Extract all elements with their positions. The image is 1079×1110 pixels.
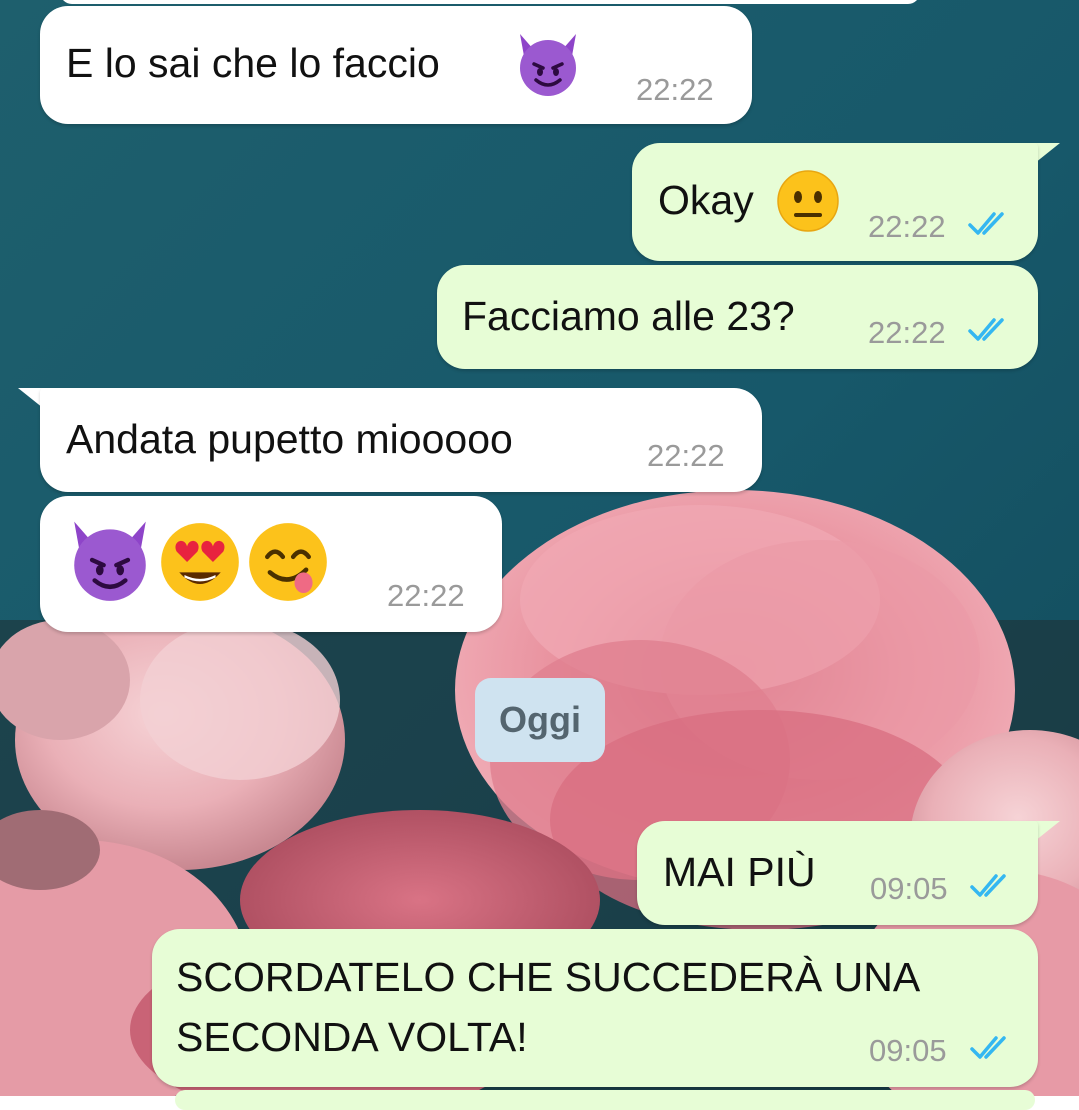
outgoing-message[interactable]: SCORDATELO CHE SUCCEDERÀ UNA SECONDA VOL… xyxy=(152,929,1038,1087)
date-separator: Oggi xyxy=(475,678,605,762)
face-savoring-food-icon xyxy=(244,518,332,611)
smiling-face-with-horns-icon xyxy=(64,514,156,611)
message-time: 09:05 xyxy=(869,1033,947,1068)
outgoing-message[interactable]: Okay 22:22 xyxy=(632,143,1038,261)
outgoing-message[interactable]: Facciamo alle 23? 22:22 xyxy=(437,265,1038,369)
outgoing-message[interactable]: MAI PIÙ 09:05 xyxy=(637,821,1038,925)
message-text: Facciamo alle 23? xyxy=(462,293,795,339)
message-time: 22:22 xyxy=(868,209,946,244)
neutral-face-icon xyxy=(774,167,842,240)
message-time: 22:22 xyxy=(647,438,725,473)
next-message-edge xyxy=(175,1090,1035,1110)
incoming-message[interactable]: Andata pupetto miooooo 22:22 xyxy=(40,388,762,492)
smiling-face-with-horns-icon xyxy=(512,28,584,105)
message-time: 22:22 xyxy=(387,578,465,613)
message-time: 22:22 xyxy=(868,315,946,350)
message-time: 09:05 xyxy=(870,871,948,906)
message-text: E lo sai che lo faccio xyxy=(66,40,440,86)
incoming-message[interactable]: 22:22 xyxy=(40,496,502,632)
previous-message-edge xyxy=(60,0,920,4)
message-text: Okay xyxy=(658,177,754,223)
double-check-icon xyxy=(970,1036,1006,1059)
message-text: Andata pupetto miooooo xyxy=(66,416,513,462)
message-text: MAI PIÙ xyxy=(663,849,816,895)
message-time: 22:22 xyxy=(636,72,714,107)
incoming-message[interactable]: E lo sai che lo faccio 22:22 xyxy=(40,6,752,124)
double-check-icon xyxy=(968,212,1004,235)
double-check-icon xyxy=(968,318,1004,341)
heart-eyes-icon xyxy=(156,518,244,611)
double-check-icon xyxy=(970,874,1006,897)
